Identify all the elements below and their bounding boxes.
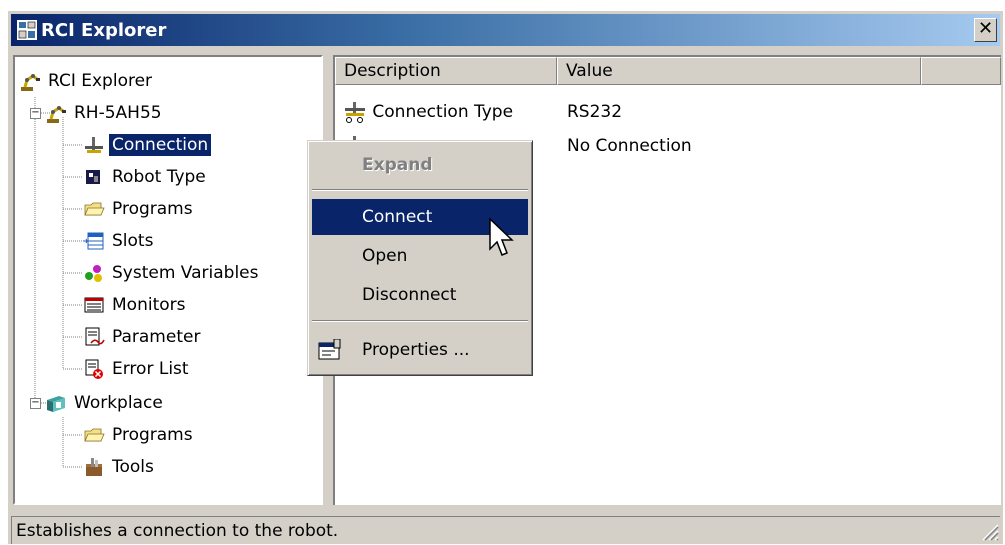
value-cell: No Connection (567, 136, 692, 156)
tree-item-label: Slots (112, 231, 154, 251)
window-title: RCI Explorer (41, 20, 167, 41)
menu-item-label: Properties ... (362, 340, 470, 360)
tree-item-robot[interactable]: RH-5AH55 (45, 101, 165, 125)
robot-arm-icon (47, 106, 66, 123)
title-bar[interactable]: RCI Explorer ✕ (11, 14, 1000, 46)
collapse-robot-button[interactable]: − (30, 108, 41, 119)
slots-icon (83, 232, 104, 250)
tree-item-label: Programs (112, 425, 193, 445)
tools-icon (86, 458, 102, 476)
tree-item-label: Monitors (112, 295, 186, 315)
column-header-value[interactable]: Value (557, 57, 921, 85)
connection-icon (85, 137, 103, 153)
variables-icon (85, 265, 102, 282)
description-cell: Connection Type (372, 102, 514, 122)
tree-item-label: Connection (107, 133, 213, 157)
tree-item-label: Tools (112, 457, 154, 477)
tree-item-rci-explorer[interactable]: RCI Explorer (19, 69, 155, 93)
tree-item-label: System Variables (112, 263, 259, 283)
menu-item-expand[interactable]: Expand (312, 147, 528, 183)
tree-item-label: Workplace (74, 393, 163, 413)
menu-separator (312, 189, 528, 191)
workplace-icon (47, 396, 65, 412)
tree-item-programs[interactable]: Programs (83, 197, 196, 221)
status-text: Establishes a connection to the robot. (11, 516, 1000, 544)
menu-separator (312, 320, 528, 322)
tree-item-label: RH-5AH55 (74, 103, 162, 123)
mouse-cursor-icon (489, 217, 514, 256)
parameter-icon (85, 327, 105, 346)
tree-item-slots[interactable]: Slots (83, 229, 156, 253)
tree-item-monitors[interactable]: Monitors (83, 293, 188, 317)
close-button[interactable]: ✕ (974, 18, 997, 42)
robot-arm-icon (21, 74, 40, 91)
connection-type-icon (345, 102, 365, 123)
tree-item-label: RCI Explorer (48, 71, 153, 91)
tree-item-tools[interactable]: Tools (83, 455, 157, 479)
robot-type-icon (86, 170, 100, 184)
tree-item-error-list[interactable]: Error List (83, 357, 192, 381)
column-header-empty[interactable] (921, 57, 1001, 85)
tree-item-workplace[interactable]: Workplace (45, 391, 166, 415)
tree-item-parameter[interactable]: Parameter (83, 325, 203, 349)
tree-item-label: Programs (112, 199, 193, 219)
value-cell: RS232 (567, 102, 623, 122)
tree-item-label: Robot Type (112, 167, 206, 187)
monitor-icon (84, 297, 104, 313)
resize-grip-icon[interactable] (979, 521, 999, 541)
tree-item-workplace-programs[interactable]: Programs (83, 423, 196, 447)
tree-item-system-variables[interactable]: System Variables (83, 261, 261, 285)
status-bar: Establishes a connection to the robot. (8, 513, 1003, 544)
tree-item-label: Error List (112, 359, 189, 379)
tree-item-connection[interactable]: Connection (83, 133, 213, 157)
list-row-connection-type[interactable]: Connection Type (343, 99, 513, 125)
tree-pane[interactable]: RCI Explorer − RH-5AH55 Connection Robot… (13, 55, 323, 505)
column-header-description[interactable]: Description (335, 57, 557, 85)
menu-item-disconnect[interactable]: Disconnect (312, 277, 528, 313)
error-list-icon (85, 359, 103, 379)
folder-open-icon (84, 428, 105, 442)
tree-item-robot-type[interactable]: Robot Type (83, 165, 209, 189)
close-icon: ✕ (977, 18, 994, 39)
collapse-workplace-button[interactable]: − (30, 398, 41, 409)
properties-icon (318, 339, 341, 360)
tree-item-label: Parameter (112, 327, 201, 347)
folder-open-icon (84, 202, 105, 216)
menu-item-properties[interactable]: Properties ... (312, 332, 528, 368)
app-icon (17, 20, 37, 40)
